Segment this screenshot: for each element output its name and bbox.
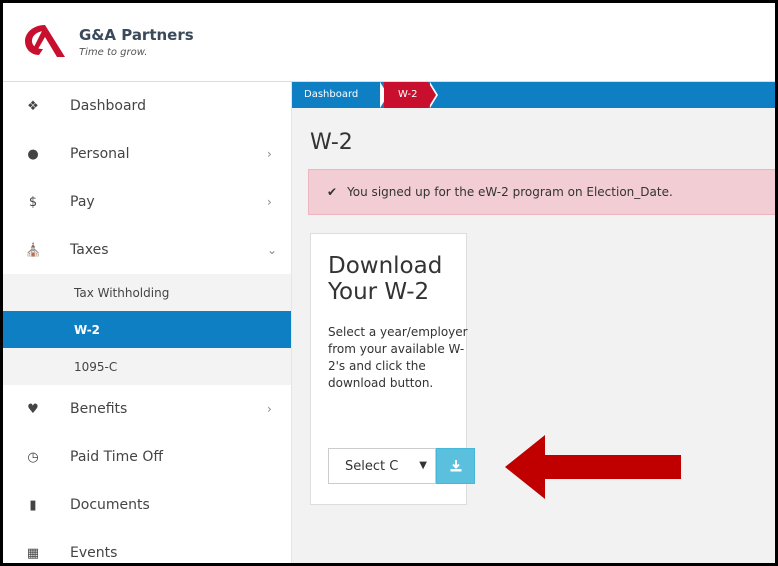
page-title: W-2 <box>310 130 353 155</box>
check-icon: ✔ <box>327 185 338 199</box>
alert-text: You signed up for the eW-2 program on El… <box>347 185 673 199</box>
sidebar-item-dashboard[interactable]: ❖ Dashboard <box>3 82 291 130</box>
chevron-right-icon: › <box>267 195 272 209</box>
ga-partners-logo <box>25 25 65 57</box>
header: G&A Partners Time to grow. <box>3 3 775 82</box>
breadcrumb-separator <box>428 82 436 108</box>
chevron-down-icon: ⌄ <box>267 243 278 257</box>
sidebar: ❖ Dashboard ● Personal › $ Pay › ⛪ Taxes… <box>3 82 292 563</box>
sidebar-item-label: Dashboard <box>70 98 146 114</box>
chevron-right-icon: › <box>267 402 272 416</box>
sidebar-subitem-tax-withholding[interactable]: Tax Withholding <box>3 274 291 311</box>
app-window: G&A Partners Time to grow. ❖ Dashboard ●… <box>0 0 778 566</box>
clock-icon: ◷ <box>27 449 39 465</box>
dashboard-icon: ❖ <box>27 98 39 114</box>
card-description: Select a year/employer from your availab… <box>328 325 468 390</box>
breadcrumb: Dashboard W-2 <box>292 82 775 108</box>
download-card: Download Your W-2 Select a year/employer… <box>310 233 475 505</box>
sidebar-item-label: Documents <box>70 497 150 513</box>
sidebar-subitem-w2[interactable]: W-2 <box>3 311 291 348</box>
download-icon <box>450 460 461 472</box>
bank-icon: ⛪ <box>25 242 42 258</box>
caret-down-icon: ▼ <box>419 460 427 471</box>
heartbeat-icon: ♥ <box>27 401 39 417</box>
sidebar-item-paid-time-off[interactable]: ◷ Paid Time Off <box>3 433 291 481</box>
sidebar-item-events[interactable]: ▦ Events <box>3 529 291 563</box>
calendar-icon: ▦ <box>26 545 40 561</box>
sidebar-item-label: Paid Time Off <box>70 449 163 465</box>
sidebar-item-documents[interactable]: ▮ Documents <box>3 481 291 529</box>
sidebar-item-label: Events <box>70 545 118 561</box>
sidebar-item-personal[interactable]: ● Personal › <box>3 130 291 178</box>
annotation-arrow-icon <box>505 435 681 499</box>
success-alert: ✔ You signed up for the eW-2 program on … <box>308 169 775 215</box>
sidebar-item-taxes[interactable]: ⛪ Taxes ⌄ <box>3 226 291 274</box>
sidebar-item-label: Personal <box>70 146 130 162</box>
brand-tagline: Time to grow. <box>79 47 148 58</box>
sidebar-item-label: Benefits <box>70 401 128 417</box>
card-title: Download Your W-2 <box>328 253 443 305</box>
chevron-right-icon: › <box>267 147 272 161</box>
sidebar-item-label: Taxes <box>70 242 109 258</box>
sidebar-item-label: Pay <box>70 194 95 210</box>
w2-select[interactable]: Select C ▼ <box>328 448 436 484</box>
sidebar-item-benefits[interactable]: ♥ Benefits › <box>3 385 291 433</box>
user-icon: ● <box>27 146 39 162</box>
breadcrumb-dashboard[interactable]: Dashboard <box>296 82 368 108</box>
breadcrumb-w2: W-2 <box>398 89 418 100</box>
brand-name: G&A Partners <box>79 26 194 44</box>
sidebar-subitem-1095c[interactable]: 1095-C <box>3 348 291 385</box>
download-button[interactable] <box>436 448 475 484</box>
dollar-icon: $ <box>28 194 38 210</box>
document-icon: ▮ <box>29 497 37 513</box>
sidebar-item-pay[interactable]: $ Pay › <box>3 178 291 226</box>
w2-select-value: Select C <box>345 458 399 474</box>
